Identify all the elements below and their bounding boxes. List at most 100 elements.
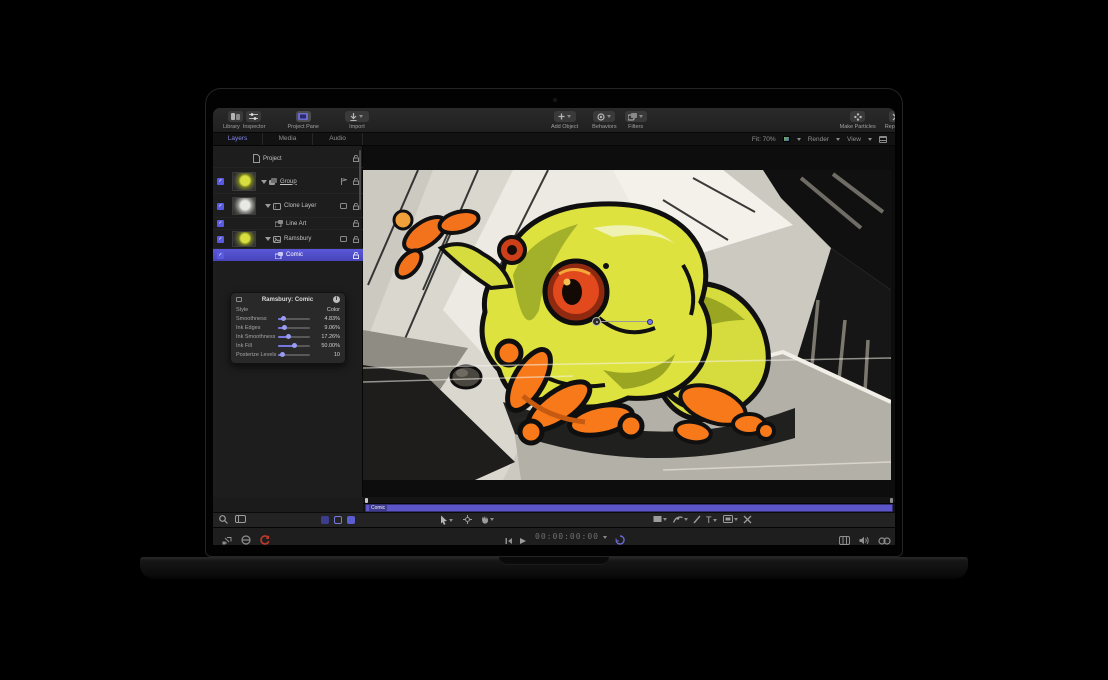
text-tool[interactable]: T [706, 515, 717, 525]
tab-media[interactable]: Media [263, 133, 313, 145]
layer-row-ramsbury[interactable]: ✓ Ramsbury [213, 230, 363, 249]
tools-row: T [213, 512, 895, 527]
zoom-level-control[interactable]: Fit: 70% [752, 136, 776, 143]
speaker-icon[interactable] [859, 532, 870, 545]
posterize-levels-slider[interactable] [278, 354, 310, 356]
hud-row-ink-edges[interactable]: Ink Edges 9.06% [236, 323, 340, 332]
timecode-chevron-icon[interactable] [603, 536, 607, 539]
timeline-ruler[interactable] [363, 497, 895, 504]
rectangle-tool[interactable] [653, 515, 667, 523]
search-icon[interactable] [219, 515, 228, 524]
show-keyframes-toggle[interactable] [334, 516, 342, 524]
blend-icon[interactable] [340, 236, 347, 242]
import-button[interactable]: Import [345, 111, 369, 130]
timeline-clip-bar[interactable]: Comic [365, 504, 893, 512]
playhead-marker[interactable] [365, 498, 368, 503]
inspector-icon[interactable] [246, 111, 261, 122]
ink-smoothness-slider[interactable] [278, 336, 310, 338]
animation-menu-icon[interactable] [222, 532, 232, 545]
tab-layers[interactable]: Layers [213, 133, 263, 145]
hud-row-smoothness[interactable]: Smoothness 4.83% [236, 314, 340, 323]
record-icon[interactable] [260, 532, 270, 545]
onscreen-filter-control[interactable] [592, 317, 653, 326]
info-icon[interactable]: i [333, 296, 340, 303]
show-effects-toggle[interactable] [321, 516, 329, 524]
filters-icon [628, 113, 637, 121]
layer-row-comic-selected[interactable]: ✓ Comic [213, 249, 363, 261]
layer-checkbox[interactable]: ✓ [217, 236, 224, 243]
select-tool-chevron-icon [449, 519, 453, 522]
select-tool[interactable] [440, 515, 453, 525]
loop-playback-icon[interactable] [615, 532, 625, 545]
hud-row-ink-fill[interactable]: Ink Fill 50.00% [236, 341, 340, 350]
filters-chevron-icon [639, 115, 643, 118]
clip-appearance-icon[interactable] [235, 515, 246, 523]
anchor-point-tool[interactable] [463, 515, 472, 524]
replicate-button[interactable]: Replicate [885, 111, 895, 130]
layer-row-project[interactable]: Project [213, 150, 363, 168]
mask-tool[interactable] [723, 515, 738, 523]
view-menu[interactable]: View [847, 136, 861, 143]
replicate-icon[interactable] [889, 111, 895, 122]
timecode-display[interactable]: 00:00:00:00 [535, 532, 599, 541]
ink-edges-slider[interactable] [278, 327, 310, 329]
filmstrip-icon[interactable] [839, 532, 850, 545]
render-menu[interactable]: Render [808, 136, 829, 143]
library-button[interactable]: Library Inspector [223, 111, 265, 130]
show-audio-toggle[interactable] [347, 516, 355, 524]
layer-row-group[interactable]: ✓ Group [213, 170, 363, 194]
hud-row-ink-smoothness[interactable]: Ink Smoothness 17.26% [236, 332, 340, 341]
hud-panel[interactable]: Ramsbury: Comic i Style Color Smoothness… [230, 292, 346, 364]
disclosure-triangle-icon[interactable] [265, 237, 271, 241]
layout-grid-icon[interactable] [879, 136, 887, 143]
behaviors-button[interactable]: Behaviors [592, 111, 616, 130]
flag-icon[interactable] [341, 178, 347, 185]
layer-row-line-art[interactable]: ✓ Line Art [213, 218, 363, 230]
mini-timeline[interactable]: Comic [363, 497, 895, 512]
style-popup[interactable]: Color [314, 307, 340, 313]
layer-checkbox[interactable]: ✓ [217, 203, 224, 210]
filters-button[interactable]: Filters [625, 111, 647, 130]
make-particles-icon[interactable] [850, 111, 865, 122]
blend-icon[interactable] [340, 203, 347, 209]
project-pane-icon[interactable] [296, 111, 311, 122]
hud-row-posterize-levels[interactable]: Posterize Levels 10 [236, 350, 340, 359]
disclosure-triangle-icon[interactable] [261, 180, 267, 184]
previous-frame-button[interactable] [505, 532, 513, 545]
hud-row-value: 4.83% [314, 316, 340, 322]
layer-checkbox[interactable]: ✓ [217, 252, 224, 259]
transform-axis-tool[interactable] [743, 515, 752, 524]
timeline-view-toggles[interactable] [321, 516, 355, 524]
disclosure-triangle-icon[interactable] [265, 204, 271, 208]
bezier-tool[interactable] [673, 515, 688, 524]
make-particles-button[interactable]: Make Particles [840, 111, 876, 130]
filter-control-handle[interactable] [647, 319, 653, 325]
render-chevron-icon [836, 138, 840, 141]
layer-checkbox[interactable]: ✓ [217, 178, 224, 185]
lock-icon[interactable] [353, 220, 359, 227]
line-tool[interactable] [693, 515, 701, 524]
ink-fill-slider[interactable] [278, 345, 310, 347]
smoothness-slider[interactable] [278, 318, 310, 320]
library-icon[interactable] [228, 111, 243, 122]
layer-row-clone-layer[interactable]: ✓ i Clone Layer [213, 195, 363, 218]
layer-name: Comic [286, 252, 303, 258]
keyframe-display-icon[interactable] [241, 532, 251, 545]
play-button[interactable] [519, 532, 527, 545]
lock-icon[interactable] [353, 236, 359, 243]
layer-checkbox[interactable]: ✓ [217, 220, 224, 227]
hud-row-style[interactable]: Style Color [236, 305, 340, 314]
tab-audio[interactable]: Audio [313, 133, 363, 145]
filter-control-gear-icon[interactable] [592, 317, 601, 326]
add-object-button[interactable]: Add Object [551, 111, 578, 130]
transport-bar: 00:00:00:00 [213, 527, 895, 545]
channels-swatch-icon[interactable] [783, 136, 790, 142]
canvas-area[interactable] [363, 146, 895, 497]
filter-control-wire [601, 321, 647, 323]
link-loop-icon[interactable] [878, 532, 891, 545]
add-object-chevron-icon [567, 115, 571, 118]
lock-icon[interactable] [353, 252, 359, 259]
hand-tool[interactable] [481, 515, 494, 524]
project-pane-button[interactable]: Project Pane [287, 111, 319, 130]
panel-scrollbar[interactable] [359, 150, 361, 210]
